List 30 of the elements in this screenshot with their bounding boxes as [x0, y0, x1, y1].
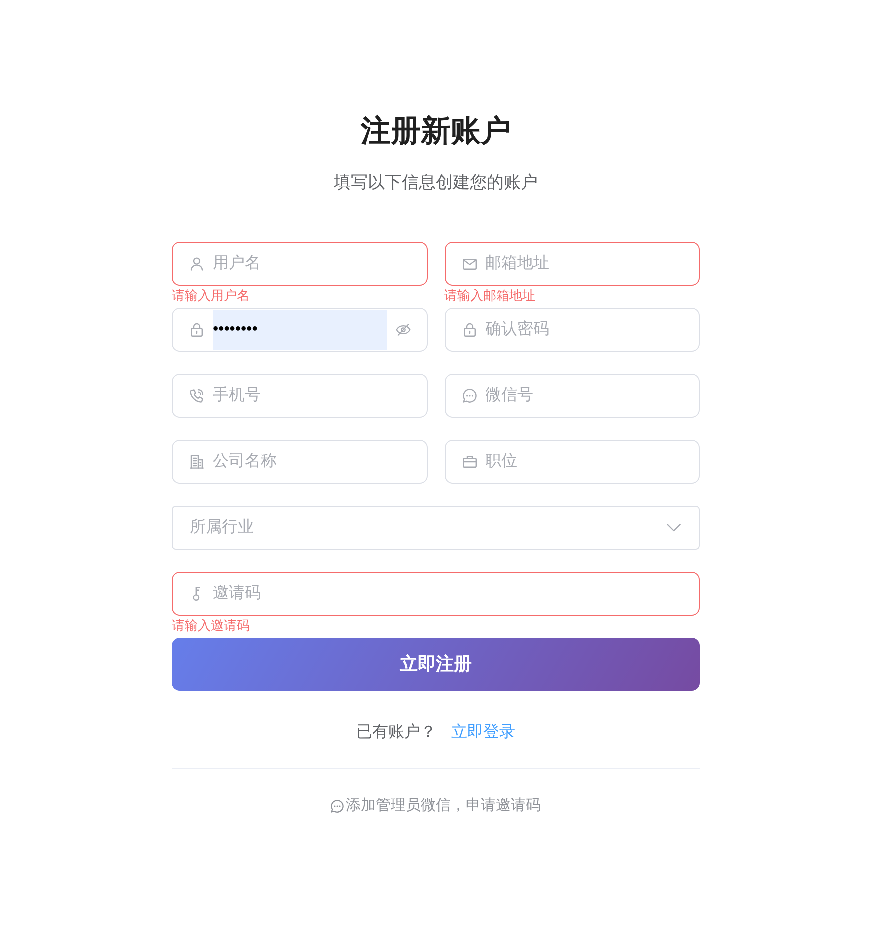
error-message: 请输入邮箱地址: [444, 287, 536, 305]
error-message: 请输入邀请码: [172, 617, 250, 635]
company-field[interactable]: 公司名称: [172, 440, 428, 484]
key-icon: [193, 587, 201, 601]
phone-field[interactable]: 手机号: [172, 374, 428, 418]
register-button[interactable]: 立即注册: [172, 638, 700, 691]
eye-slash-icon[interactable]: [396, 324, 410, 336]
position-field[interactable]: 职位: [444, 440, 700, 484]
chat-bubble-icon: [331, 800, 344, 812]
user-icon: [190, 257, 204, 271]
chevron-down-icon: [667, 524, 681, 532]
lock-icon: [464, 323, 476, 337]
invite-code-field[interactable]: 邀请码: [172, 572, 700, 616]
password-field[interactable]: 确认密码: [444, 308, 700, 352]
page-title: 注册新账户: [361, 114, 511, 150]
briefcase-icon: [462, 456, 476, 468]
wechat-note: 添加管理员微信，申请邀请码: [346, 796, 541, 816]
lock-icon: [191, 323, 203, 337]
page-subtitle: 填写以下信息创建您的账户: [334, 172, 538, 194]
login-link[interactable]: 立即登录: [452, 722, 516, 744]
error-message: 请输入用户名: [172, 287, 250, 305]
login-prompt: 已有账户？: [356, 722, 436, 743]
chat-bubble-icon: [462, 389, 476, 403]
wechat-field[interactable]: 微信号: [444, 374, 700, 418]
phone-icon: [190, 389, 204, 403]
envelope-icon: [462, 258, 476, 270]
building-icon: [190, 455, 204, 469]
username-field[interactable]: 用户名: [172, 242, 428, 286]
email-field[interactable]: 邮箱地址: [444, 242, 700, 286]
password-field[interactable]: ••••••••: [172, 308, 428, 352]
